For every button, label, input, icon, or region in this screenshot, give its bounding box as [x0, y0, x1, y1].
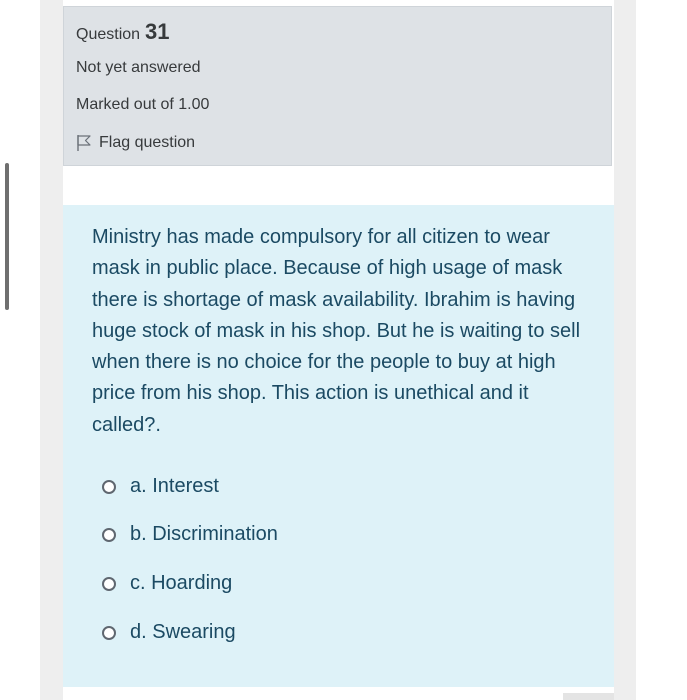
answer-label-d: d. Swearing	[130, 621, 236, 643]
answer-label-a: a. Interest	[130, 475, 219, 497]
scroll-indicator[interactable]	[5, 163, 9, 310]
question-text: Ministry has made compulsory for all cit…	[92, 226, 581, 436]
question-state: Not yet answered	[76, 59, 201, 76]
question-heading: Question 31	[76, 19, 170, 45]
flag-question-link[interactable]: Flag question	[76, 134, 195, 152]
question-label: Question	[76, 26, 141, 43]
question-grade: Marked out of 1.00	[76, 96, 210, 113]
question-content: Ministry has made compulsory for all cit…	[63, 205, 614, 687]
answer-option-b[interactable]: b. Discrimination	[102, 523, 278, 546]
radio-button-a[interactable]	[102, 479, 116, 494]
radio-button-d[interactable]	[102, 625, 116, 640]
flag-icon	[76, 134, 92, 152]
bottom-edge-bar	[563, 693, 614, 700]
radio-button-c[interactable]	[102, 576, 116, 591]
radio-button-b[interactable]	[102, 527, 116, 542]
answer-label-c: c. Hoarding	[130, 572, 233, 594]
question-info-panel: Question 31 Not yet answered Marked out o…	[63, 6, 612, 166]
answer-option-d[interactable]: d. Swearing	[102, 621, 236, 644]
answer-option-c[interactable]: c. Hoarding	[102, 572, 232, 595]
flag-question-label: Flag question	[99, 134, 196, 151]
answer-option-a[interactable]: a. Interest	[102, 475, 219, 498]
question-number: 31	[145, 19, 170, 44]
answer-label-b: b. Discrimination	[130, 523, 278, 545]
